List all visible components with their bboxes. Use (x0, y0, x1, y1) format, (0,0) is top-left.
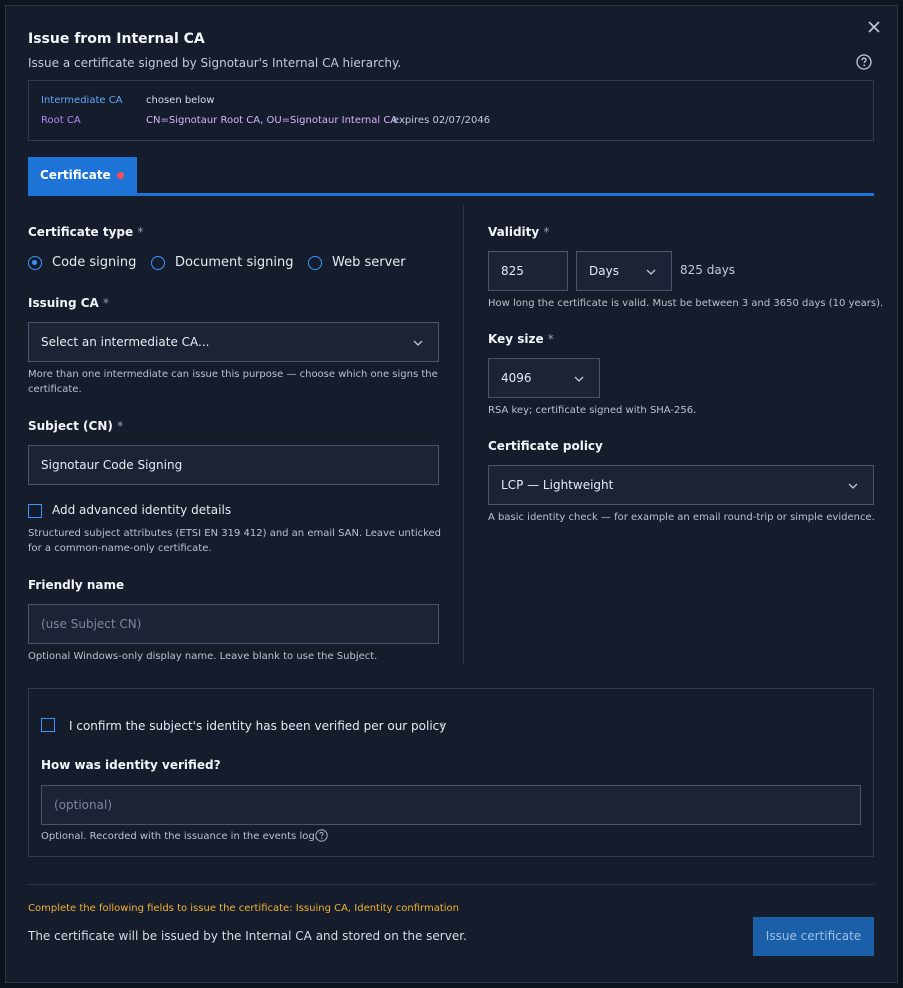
validity-input[interactable]: 825 (488, 251, 568, 291)
issue-certificate-button-label: Issue certificate (765, 929, 862, 943)
dialog-title: Issue from Internal CA (28, 31, 205, 47)
advanced-identity-label[interactable]: Add advanced identity details (52, 503, 231, 517)
identity-confirm-required-marker: * (439, 720, 445, 734)
identity-confirm-checkbox[interactable] (41, 718, 55, 732)
subject-value: Signotaur Code Signing (41, 458, 183, 472)
identity-confirmation-box: I confirm the subject's identity has bee… (28, 688, 874, 857)
root-ca-expiry: expires 02/07/2046 (393, 115, 491, 126)
key-size-label: Key size * (488, 332, 554, 346)
friendly-name-help: Optional Windows-only display name. Leav… (28, 651, 378, 662)
identity-confirm-label[interactable]: I confirm the subject's identity has bee… (69, 719, 446, 733)
error-dot (117, 172, 124, 179)
close-icon[interactable] (867, 20, 881, 34)
ca-hierarchy-box: Intermediate CA chosen below Root CA CN=… (28, 80, 874, 141)
subject-label-text: Subject (CN) (28, 419, 113, 433)
subject-label: Subject (CN) * (28, 419, 123, 433)
certificate-type-label: Certificate type * (28, 225, 143, 239)
key-size-label-text: Key size (488, 332, 544, 346)
subject-input[interactable]: Signotaur Code Signing (28, 445, 439, 485)
friendly-name-input[interactable]: (use Subject CN) (28, 604, 439, 644)
root-ca-value: CN=Signotaur Root CA, OU=Signotaur Inter… (146, 115, 398, 126)
key-size-select[interactable]: 4096 (488, 358, 600, 398)
radio-code-signing-label[interactable]: Code signing (52, 255, 136, 270)
radio-web-server-label[interactable]: Web server (332, 255, 406, 270)
key-size-help: RSA key; certificate signed with SHA-256… (488, 405, 697, 416)
radio-code-signing[interactable] (28, 256, 42, 270)
validity-help: How long the certificate is valid. Must … (488, 298, 884, 309)
footer-divider (28, 884, 874, 885)
required-marker: * (117, 419, 124, 433)
required-marker: * (137, 225, 144, 239)
help-icon[interactable] (856, 54, 872, 70)
root-ca-label: Root CA (41, 115, 81, 126)
chevron-down-icon (413, 340, 423, 346)
issue-certificate-button[interactable]: Issue certificate (753, 917, 874, 956)
radio-web-server[interactable] (308, 256, 322, 270)
verification-method-input[interactable]: (optional) (41, 785, 861, 825)
certificate-policy-value: LCP — Lightweight (501, 478, 614, 492)
required-marker: * (543, 225, 550, 239)
chevron-down-icon (646, 269, 656, 275)
tab-underline (28, 193, 874, 196)
dialog-subtitle: Issue a certificate signed by Signotaur'… (28, 56, 402, 70)
validity-label: Validity * (488, 225, 549, 239)
certificate-policy-select[interactable]: LCP — Lightweight (488, 465, 874, 505)
chevron-down-icon (848, 483, 858, 489)
radio-document-signing-label[interactable]: Document signing (175, 255, 293, 270)
column-divider (463, 204, 464, 664)
validity-label-text: Validity (488, 225, 540, 239)
tab-certificate[interactable]: Certificate (28, 157, 137, 194)
issuance-note: The certificate will be issued by the In… (28, 929, 467, 943)
key-size-value: 4096 (501, 371, 532, 385)
validity-unit-value: Days (589, 264, 619, 278)
chevron-down-icon (574, 376, 584, 382)
validity-unit-select[interactable]: Days (576, 251, 672, 291)
verification-method-label: How was identity verified? (41, 758, 221, 772)
validity-summary: 825 days (680, 263, 736, 277)
intermediate-ca-value: chosen below (146, 95, 215, 106)
issuing-ca-help: More than one intermediate can issue thi… (28, 369, 438, 395)
radio-document-signing[interactable] (151, 256, 165, 270)
certificate-policy-help: A basic identity check — for example an … (488, 512, 875, 523)
issuing-ca-value: Select an intermediate CA... (41, 335, 210, 349)
advanced-identity-checkbox[interactable] (28, 504, 42, 518)
missing-fields-warning: Complete the following fields to issue t… (28, 903, 459, 914)
intermediate-ca-label: Intermediate CA (41, 95, 123, 106)
issue-dialog: Issue from Internal CA Issue a certifica… (5, 5, 898, 983)
required-marker: * (547, 332, 554, 346)
issuing-ca-select[interactable]: Select an intermediate CA... (28, 322, 439, 362)
verification-method-help: Optional. Recorded with the issuance in … (41, 831, 318, 842)
certificate-type-label-text: Certificate type (28, 225, 134, 239)
tab-label: Certificate (40, 168, 111, 182)
help-icon[interactable] (315, 829, 328, 842)
friendly-name-placeholder: (use Subject CN) (41, 617, 142, 631)
issuing-ca-label-text: Issuing CA (28, 296, 99, 310)
required-marker: * (103, 296, 109, 310)
verification-method-placeholder: (optional) (54, 798, 112, 812)
certificate-policy-label: Certificate policy (488, 439, 603, 453)
advanced-identity-help: Structured subject attributes (ETSI EN 3… (28, 528, 442, 554)
friendly-name-label: Friendly name (28, 578, 125, 592)
validity-value: 825 (501, 264, 524, 278)
issuing-ca-label: Issuing CA * (28, 296, 109, 310)
